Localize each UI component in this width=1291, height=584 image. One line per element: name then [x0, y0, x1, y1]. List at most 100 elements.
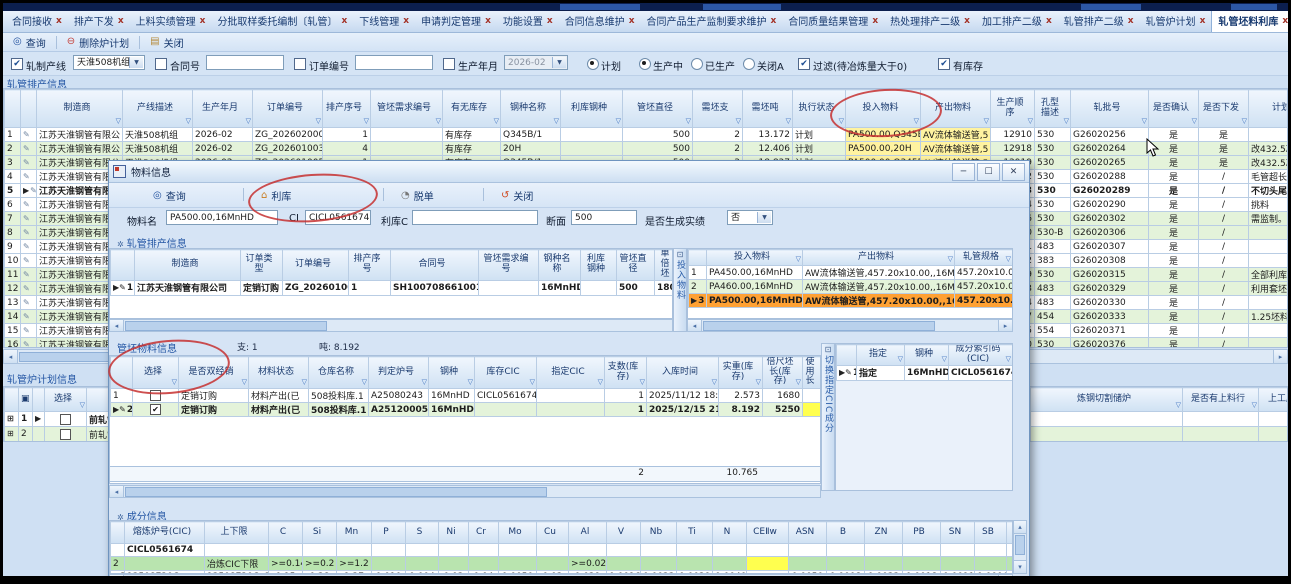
column-header[interactable]: 订单编号▽ — [253, 90, 323, 128]
cell[interactable] — [641, 544, 677, 557]
cell[interactable] — [469, 544, 499, 557]
comp-grid-vscrollbar[interactable]: ▴ ▾ — [1013, 520, 1027, 574]
cell[interactable]: G26020308 — [1071, 254, 1149, 268]
cell[interactable]: ▶✎2 — [111, 403, 133, 417]
cell[interactable]: / — [1199, 212, 1249, 226]
删除炉计划-button[interactable]: ⊖删除炉计划 — [63, 34, 133, 51]
scroll-right-icon[interactable]: ▸ — [998, 320, 1012, 331]
column-header[interactable]: 支数(库存)▽ — [605, 357, 647, 389]
month-select[interactable]: 2026-02▼ — [504, 55, 568, 70]
cell[interactable] — [537, 403, 605, 417]
cell[interactable]: 1800 — [655, 280, 674, 295]
cell[interactable]: 天淮508机组 — [123, 128, 193, 142]
checkbox[interactable] — [60, 414, 71, 425]
cell[interactable]: 1 — [111, 389, 133, 403]
column-header[interactable]: 产出物料▽ — [803, 250, 955, 266]
cell[interactable]: G26020333 — [1071, 310, 1149, 324]
cell[interactable] — [607, 544, 641, 557]
minimize-button[interactable]: ─ — [952, 163, 975, 181]
cell[interactable]: 有库存 — [443, 128, 501, 142]
cell[interactable] — [941, 544, 975, 557]
cell[interactable]: 2 — [111, 557, 125, 571]
cell[interactable] — [1259, 412, 1289, 427]
filter-icon[interactable]: ▽ — [686, 118, 691, 126]
cell[interactable]: A25120005 — [369, 403, 429, 417]
cell[interactable]: 530 — [1035, 184, 1071, 198]
column-header[interactable]: 仓库名称▽ — [309, 357, 369, 389]
cell[interactable]: 4 — [323, 142, 371, 156]
column-header[interactable]: Al — [569, 522, 607, 544]
table-row[interactable]: ▶3PA500.00,16MnHDAW流体输送管,457.20x10.00,,1… — [689, 294, 1013, 308]
cell[interactable]: ✎ — [21, 212, 37, 226]
cell[interactable]: 530-B — [1035, 226, 1071, 240]
column-header[interactable]: 熔炼炉号(CIC) — [125, 522, 205, 544]
column-header[interactable] — [33, 388, 45, 412]
cell[interactable]: 定销订购 — [179, 403, 249, 417]
cell[interactable] — [111, 544, 125, 557]
cell[interactable]: AW流体输送管,457.20x10.00,,16MnHD,不表示 — [803, 266, 955, 280]
expand-icon[interactable]: ⊞ — [7, 429, 14, 438]
cell[interactable]: 530 — [1035, 198, 1071, 212]
tab[interactable]: 下线管理x — [353, 11, 415, 32]
column-header[interactable] — [5, 388, 19, 412]
cell[interactable]: 2 — [5, 142, 21, 156]
column-header[interactable]: 是否双经销▽ — [179, 357, 249, 389]
cell[interactable]: ✎ — [21, 282, 37, 296]
cell[interactable]: G26020256 — [1071, 128, 1149, 142]
tab-close-icon[interactable]: x — [964, 16, 970, 26]
filter-icon[interactable]: ▽ — [948, 256, 953, 264]
column-header[interactable]: 上工序状 — [1259, 388, 1289, 412]
cell[interactable]: 改432.5芯棒 — [1249, 142, 1289, 156]
cell[interactable]: PA500.00,20H — [846, 142, 921, 156]
cell[interactable]: 2025/11/12 18:32 — [647, 389, 719, 403]
filter-icon[interactable]: ▽ — [796, 379, 801, 387]
cell[interactable] — [803, 389, 822, 403]
cell[interactable] — [439, 557, 469, 571]
cell[interactable]: CICL0561674 — [125, 544, 205, 557]
cell[interactable]: ✎ — [21, 170, 37, 184]
cell[interactable] — [713, 544, 747, 557]
column-header[interactable]: 钢种名称 — [539, 250, 581, 281]
cell[interactable]: 457.20x10.00 — [955, 266, 1013, 280]
filter-icon[interactable]: ▽ — [1242, 118, 1247, 126]
cell[interactable]: SH100708661001/004 — [391, 280, 479, 295]
cell[interactable] — [677, 544, 713, 557]
column-header[interactable]: 上下限 — [205, 522, 269, 544]
column-header[interactable]: 倍尺坯长(库存)▽ — [763, 357, 803, 389]
column-header[interactable]: 入库时间▽ — [647, 357, 719, 389]
table-row[interactable]: 2✎江苏天淮钢管有限公天淮508机组2026-02ZG_20260100344有… — [5, 142, 1289, 156]
cell[interactable]: ZG_2026010034 — [253, 142, 323, 156]
column-header[interactable]: 选择▽ — [45, 388, 87, 412]
cell[interactable] — [205, 544, 269, 557]
cell[interactable]: 20H — [501, 142, 561, 156]
cell[interactable]: 有库存 — [443, 142, 501, 156]
cell[interactable]: 11 — [5, 268, 21, 282]
cell[interactable]: ▶ — [33, 412, 45, 427]
material-name-input[interactable]: PA500.00,16MnHD — [166, 210, 278, 225]
cell[interactable]: >=1.2 — [337, 557, 372, 571]
tab[interactable]: 功能设置x — [497, 11, 559, 32]
cell[interactable]: 12 — [5, 282, 21, 296]
column-header[interactable]: 有无库存▽ — [443, 90, 501, 128]
column-header[interactable]: Si — [303, 522, 337, 544]
scroll-left-icon[interactable]: ◂ — [110, 486, 124, 497]
cell[interactable]: 16MnHD — [429, 389, 475, 403]
column-header[interactable]: 库存CIC▽ — [475, 357, 537, 389]
column-header[interactable]: 订单编号 — [283, 250, 349, 281]
filter-icon[interactable]: ▽ — [598, 379, 603, 387]
column-header[interactable]: 需坯吨▽ — [743, 90, 793, 128]
cell[interactable] — [537, 389, 605, 403]
cell[interactable] — [371, 142, 443, 156]
cell[interactable]: 计划 — [793, 128, 846, 142]
cell[interactable]: / — [1199, 254, 1249, 268]
filter-icon[interactable]: ▽ — [530, 379, 535, 387]
column-header[interactable] — [111, 250, 135, 281]
column-header[interactable]: 制造商▽ — [37, 90, 123, 128]
cell[interactable] — [747, 544, 789, 557]
chevron-down-icon[interactable]: ▼ — [129, 57, 143, 68]
contract-input[interactable] — [206, 55, 284, 70]
关闭-button[interactable]: ↺关闭 — [497, 187, 537, 204]
cell[interactable]: G26020302 — [1071, 212, 1149, 226]
scroll-right-icon[interactable]: ▸ — [1273, 350, 1287, 363]
column-header[interactable]: 投入物料▽ — [846, 90, 921, 128]
